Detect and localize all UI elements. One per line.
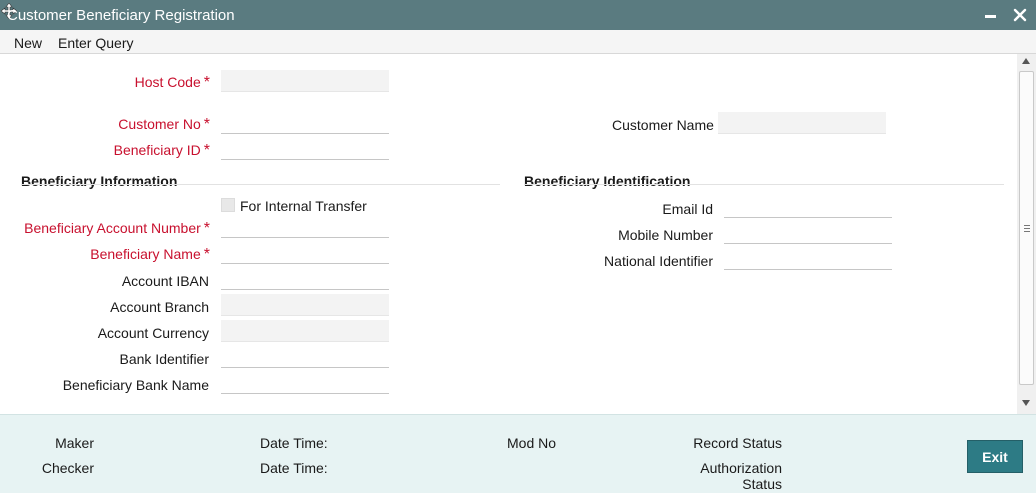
beneficiary-id-field[interactable] bbox=[221, 138, 389, 160]
host-code-label: Host Code * bbox=[134, 74, 210, 91]
beneficiary-id-label: Beneficiary ID * bbox=[113, 142, 210, 159]
mobile-number-field[interactable] bbox=[724, 222, 892, 244]
national-identifier-field[interactable] bbox=[724, 248, 892, 270]
scroll-down-icon[interactable] bbox=[1022, 400, 1030, 406]
account-branch-field[interactable] bbox=[221, 294, 389, 316]
exit-button[interactable]: Exit bbox=[967, 440, 1023, 473]
internal-transfer-label: For Internal Transfer bbox=[240, 198, 367, 214]
mobile-number-label: Mobile Number bbox=[618, 227, 713, 243]
menu-bar: New Enter Query bbox=[0, 30, 1036, 54]
customer-name-label: Customer Name bbox=[612, 117, 714, 133]
authorization-label: Authorization bbox=[700, 460, 782, 476]
checker-label: Checker bbox=[41, 460, 94, 476]
beneficiary-information-heading: Beneficiary Information bbox=[21, 173, 178, 189]
customer-name-field[interactable] bbox=[718, 112, 886, 134]
close-icon[interactable] bbox=[1013, 8, 1027, 22]
internal-transfer-checkbox[interactable] bbox=[221, 198, 235, 212]
section-divider bbox=[524, 184, 1004, 185]
account-currency-field[interactable] bbox=[221, 320, 389, 342]
account-iban-field[interactable] bbox=[221, 268, 389, 290]
required-marker: * bbox=[203, 220, 210, 237]
beneficiary-identification-heading: Beneficiary Identification bbox=[524, 173, 691, 189]
grip-icon bbox=[1024, 225, 1030, 232]
customer-no-field[interactable] bbox=[221, 112, 389, 134]
title-bar: Customer Beneficiary Registration bbox=[0, 0, 1036, 30]
email-id-label: Email Id bbox=[662, 201, 713, 217]
authorization-status-label: Status bbox=[742, 476, 782, 492]
required-marker: * bbox=[203, 246, 210, 263]
section-divider bbox=[21, 184, 500, 185]
bank-identifier-field[interactable] bbox=[221, 346, 389, 368]
record-status-label: Record Status bbox=[693, 435, 782, 451]
beneficiary-name-label: Beneficiary Name * bbox=[90, 246, 210, 263]
window-title: Customer Beneficiary Registration bbox=[7, 7, 235, 24]
account-iban-label: Account IBAN bbox=[121, 273, 209, 289]
required-marker: * bbox=[203, 74, 210, 91]
email-id-field[interactable] bbox=[724, 196, 892, 218]
minimize-icon[interactable] bbox=[985, 15, 996, 18]
beneficiary-account-number-label: Beneficiary Account Number * bbox=[24, 220, 210, 237]
account-currency-label: Account Currency bbox=[97, 325, 209, 341]
required-marker: * bbox=[203, 142, 210, 159]
beneficiary-account-number-field[interactable] bbox=[221, 216, 389, 238]
beneficiary-bank-name-label: Beneficiary Bank Name bbox=[62, 377, 209, 393]
menu-enter-query[interactable]: Enter Query bbox=[58, 35, 133, 51]
form-content: Host Code * Customer No * Customer Name Be… bbox=[0, 54, 1017, 414]
mod-no-label: Mod No bbox=[507, 435, 557, 451]
menu-new[interactable]: New bbox=[14, 35, 42, 51]
maker-date-time-label: Date Time: bbox=[260, 435, 328, 451]
checker-date-time-label: Date Time: bbox=[260, 460, 328, 476]
maker-label: Maker bbox=[55, 435, 94, 451]
scroll-up-icon[interactable] bbox=[1022, 58, 1030, 64]
beneficiary-name-field[interactable] bbox=[221, 242, 389, 264]
bank-identifier-label: Bank Identifier bbox=[119, 351, 210, 367]
beneficiary-bank-name-field[interactable] bbox=[221, 372, 389, 394]
vertical-scrollbar[interactable] bbox=[1017, 54, 1036, 414]
national-identifier-label: National Identifier bbox=[604, 253, 713, 269]
scrollbar-thumb[interactable] bbox=[1019, 71, 1034, 385]
audit-footer: Maker Checker Date Time: Date Time: Mod … bbox=[0, 414, 1036, 493]
required-marker: * bbox=[203, 116, 210, 133]
host-code-field[interactable] bbox=[221, 70, 389, 92]
customer-no-label: Customer No * bbox=[118, 116, 210, 133]
account-branch-label: Account Branch bbox=[110, 299, 209, 315]
